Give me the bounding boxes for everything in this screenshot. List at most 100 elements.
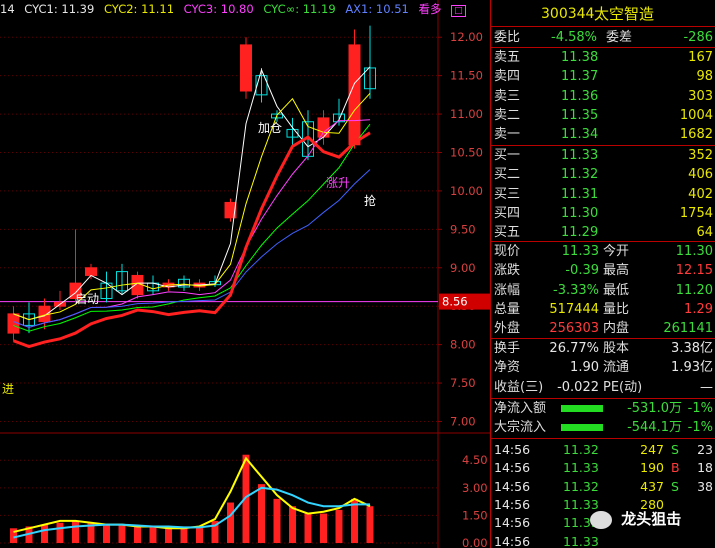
asks-volume: 303 [688,88,713,104]
cyc1-value: CYC1: 11.39 [24,2,95,16]
current-price-label: 8.56 [442,295,468,309]
bids-label: 买二 [494,167,521,183]
asks-label: 卖五 [494,50,521,65]
fund-label: 净资 [494,360,521,376]
tick-volume: 190 [640,460,664,476]
bids-row: 买四 11.30 1754 [491,204,715,223]
flow-pct: -1% [687,401,713,416]
indicator-bar [118,524,126,543]
weicha-value: -286 [683,30,713,45]
asks-label: 卖三 [494,88,521,104]
weibi-value: -4.58% [551,30,597,45]
indicator-axis-label: 4.50 [462,453,488,467]
bids-row: 买二 11.32 406 [491,165,715,184]
chart-canvas: 12.0011.5011.0010.5010.009.509.008.508.0… [0,0,490,548]
indicator-header: 14 CYC1: 11.39 CYC2: 11.11 CYC3: 10.80 C… [0,0,472,18]
bids-volume: 402 [688,186,713,202]
bids-volume: 1754 [679,205,713,221]
quote-value: 517444 [549,301,599,317]
tick-time: 14:56 [494,496,531,512]
indicator-axis-label: 3.00 [462,481,488,495]
quote-label: 现价 [494,244,521,259]
label-jiacang: 加仓 [258,121,282,135]
flow-value: -544.1万 [627,420,682,436]
ma-line-4 [13,123,371,332]
bids-volume: 352 [688,148,713,163]
asks-row: 卖二 11.35 1004 [491,106,715,125]
fund-value: -0.022 [557,379,599,395]
quote-label-2: 今开 [603,244,630,259]
bids-price: 11.30 [561,205,599,221]
asks-row: 卖三 11.36 303 [491,87,715,106]
quote-label-2: 量比 [603,301,630,317]
ma-line-5 [13,169,371,328]
tick-time: 14:56 [494,442,531,457]
quote-label-2: 最低 [603,282,630,298]
asks-volume: 98 [696,69,713,85]
tick-price: 11.32 [563,478,599,494]
quote-label-2: 内盘 [603,321,630,337]
tick-count: 38 [697,478,713,494]
quote-row: 外盘 256303 内盘 261141 [491,319,715,338]
stock-code: 300344 [541,6,595,22]
fund-value-2: 1.93亿 [671,360,713,376]
price-axis-label: 7.50 [450,376,476,390]
candle-body [348,44,361,146]
tick-side: S [671,442,679,457]
fund-label: 换手 [494,341,521,356]
quote-panel: 300344 太空智造 委比 -4.58% 委差 -286 卖五 11.38 167… [490,0,715,548]
quote-label: 涨幅 [494,282,521,298]
quote-value: -3.33% [553,282,599,298]
indicator-bar [180,528,188,543]
quote-row: 涨跌 -0.39 最高 12.15 [491,261,715,280]
quote-label-2: 最高 [603,263,630,279]
bids-label: 买五 [494,225,521,241]
quote-value-2: 11.20 [675,282,713,298]
flow-bar [561,424,603,432]
price-axis-label: 10.00 [450,184,483,198]
weicha-label: 委差 [606,30,633,45]
bids-volume: 64 [696,225,713,241]
look-more-label[interactable]: 看多 [418,2,441,16]
bids-volume: 406 [688,167,713,183]
quote-value: 11.33 [561,244,599,259]
quote-value-2: 12.15 [675,263,713,279]
price-axis-label: 9.50 [450,222,476,236]
asks-row: 卖一 11.34 1682 [491,125,715,144]
tick-row[interactable]: 14:56 11.32 247 S 23 [491,440,715,459]
tick-volume: 437 [640,478,664,494]
expand-icon[interactable]: □ [451,5,466,17]
period-label: 14 [0,2,15,16]
tick-row[interactable]: 14:56 11.33 190 B 18 [491,458,715,477]
stock-name: 太空智造 [594,5,655,23]
indicator-bar [335,509,343,543]
quote-value-2: 261141 [663,321,713,337]
fund-label-2: 股本 [603,341,630,356]
price-axis-label: 12.00 [450,30,483,44]
indicator-line-1 [13,456,371,533]
watermark: 龙头狙击 [590,502,714,536]
tick-time: 14:56 [494,460,531,476]
indicator-bar [41,524,48,543]
wechat-icon [590,510,612,529]
bids-label: 买一 [494,148,521,163]
tick-volume: 247 [640,442,664,457]
cyc2-value: CYC2: 11.11 [103,2,175,16]
tick-side: B [671,460,680,476]
quote-value-2: 1.29 [684,301,713,317]
tick-count: 23 [697,442,713,457]
fund-value: 26.77% [549,341,599,356]
fund-row: 净资 1.90 流通 1.93亿 [491,358,715,377]
kline-chart[interactable]: 12.0011.5011.0010.5010.009.509.008.508.0… [0,0,490,548]
ma-line-1 [13,66,371,321]
flow-value: -531.0万 [627,401,682,416]
asks-price: 11.38 [561,50,599,65]
asks-volume: 1682 [679,127,713,143]
flow-bar [561,405,603,412]
weibi-row: 委比 -4.58% 委差 -286 [491,28,715,47]
tick-row[interactable]: 14:56 11.32 437 S 38 [491,477,715,496]
tick-price: 11.33 [563,460,599,476]
weibi-label: 委比 [494,30,521,45]
indicator-bar [273,498,281,543]
price-axis-label: 11.00 [450,107,483,121]
